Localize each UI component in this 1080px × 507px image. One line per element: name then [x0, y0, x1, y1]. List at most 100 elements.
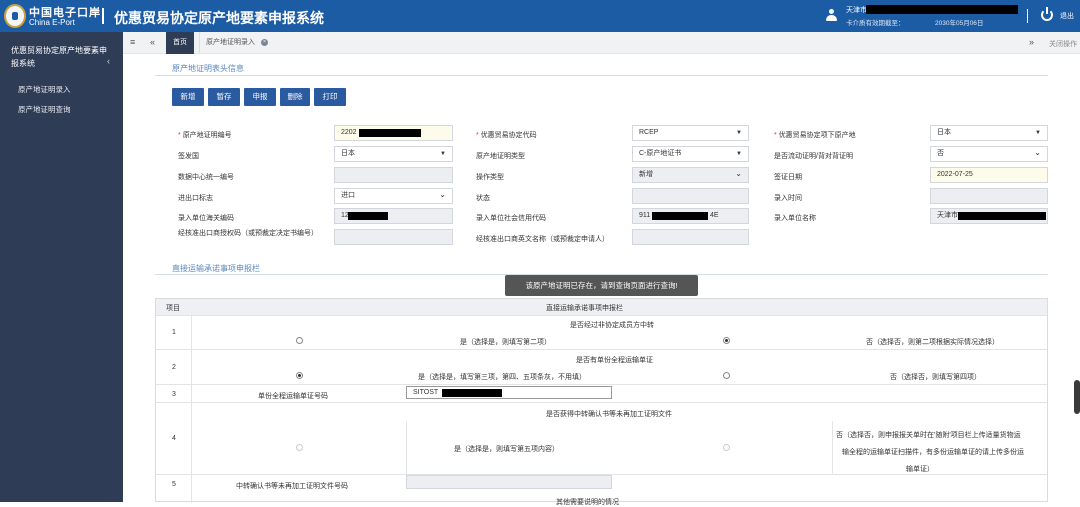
menu-icon[interactable]: ≡	[130, 37, 135, 47]
direct-transport-table: 项目 直接运输承诺事项申报栏 1 是否经过非协定成员方中转 是（选择是，则填写第…	[155, 298, 1048, 506]
back-to-back-label: 是否流动证明/背对背证明	[774, 153, 853, 160]
ie-flag-label: 进出口标志	[178, 195, 213, 202]
r4-yes-label: 是（选择是，则填写第五项内容）	[454, 446, 559, 453]
data-center-no-input	[334, 167, 453, 183]
ie-flag-select[interactable]: 进口 ⌄	[334, 188, 453, 204]
r1-question: 是否经过非协定成员方中转	[570, 322, 654, 329]
column-divider	[406, 421, 407, 474]
header-divider	[102, 8, 104, 24]
table-row-divider	[156, 402, 1047, 403]
cert-type-label: 原产地证明类型	[476, 153, 525, 160]
agreement-code-select[interactable]: RCEP ▼	[632, 125, 749, 141]
origin-place-label: * 优惠贸易协定项下原产地	[774, 132, 856, 139]
transit-doc-no-input	[406, 475, 612, 489]
r1-no-label: 否（选择否，则第二项根据实际情况选择）	[866, 339, 999, 346]
row-number: 5	[172, 481, 176, 488]
entry-unit-label: 录入单位名称	[774, 215, 816, 222]
r4-no-line3: 输单证）	[906, 466, 934, 473]
double-chevron-left-icon[interactable]: «	[150, 37, 155, 47]
agreement-code-label: * 优惠贸易协定代码	[476, 132, 537, 139]
row-number: 1	[172, 329, 176, 336]
exporter-code-label: 经核准出口商授权码（或预裁定决定书编号）	[178, 230, 318, 237]
duplicate-cert-toast: 该原产地证明已存在，请到查询页面进行查询!	[505, 275, 698, 296]
issue-country-label: 签发国	[178, 153, 199, 160]
tab-cert-entry-label: 原产地证明录入	[206, 39, 255, 46]
cert-no-redaction	[359, 129, 421, 137]
tab-bar: ≡ « 首页 原产地证明录入 × » 关闭操作	[123, 32, 1080, 54]
row-number: 4	[172, 435, 176, 442]
dropdown-arrow-icon: ▼	[736, 151, 742, 157]
sidebar-title: 优惠贸易协定原产地要素申报系统	[11, 46, 107, 68]
close-operations-button[interactable]: 关闭操作	[1049, 39, 1077, 49]
print-button[interactable]: 打印	[314, 88, 346, 106]
declare-button[interactable]: 申报	[244, 88, 276, 106]
back-to-back-select[interactable]: 否 ⌄	[930, 146, 1048, 162]
row-number: 2	[172, 364, 176, 371]
col-title-header: 直接运输承诺事项申报栏	[546, 305, 623, 312]
table-header-row: 项目 直接运输承诺事项申报栏	[156, 299, 1047, 316]
issue-date-label: 签证日期	[774, 174, 802, 181]
close-icon[interactable]: ×	[261, 39, 268, 46]
waybill-no-input[interactable]: SITOST	[406, 386, 612, 399]
table-row-divider	[156, 384, 1047, 385]
r4-question: 是否获得中转确认书等未再加工证明文件	[546, 411, 672, 418]
r4-no-line2: 输全程的运输单证扫描件，有多份运输单证的请上传多份运	[842, 449, 1024, 456]
r2-yes-label: 是（选择是，填写第三项，第四、五项条灰，不用填）	[418, 374, 586, 381]
sidebar-item-cert-entry[interactable]: 原产地证明录入	[18, 84, 71, 95]
r5-label: 中转确认书等未再加工证明文件号码	[236, 483, 348, 490]
r2-yes-radio[interactable]	[296, 372, 303, 379]
entry-credit-suffix: 4E	[710, 212, 719, 219]
chevron-down-icon: ⌄	[439, 190, 446, 199]
sidebar: 优惠贸易协定原产地要素申报系统 ‹ 原产地证明录入 原产地证明查询	[0, 32, 123, 502]
user-name-redaction	[866, 5, 1018, 14]
r2-no-radio[interactable]	[723, 372, 730, 379]
entry-unit-redaction	[958, 212, 1046, 220]
china-eport-logo-icon	[4, 4, 26, 28]
r4-yes-radio	[296, 444, 303, 451]
issue-country-select[interactable]: 日本 ▼	[334, 146, 453, 162]
entry-customs-label: 录入单位海关编码	[178, 215, 234, 222]
op-type-label: 操作类型	[476, 174, 504, 181]
section-title-direct-transport: 直接运输承诺事项申报栏	[172, 264, 260, 273]
origin-place-select[interactable]: 日本 ▼	[930, 125, 1048, 141]
cert-expiry-label: 卡介质有效期截至：	[846, 20, 905, 27]
r3-label: 单份全程运输单证号码	[258, 393, 328, 400]
r1-yes-radio[interactable]	[296, 337, 303, 344]
entry-credit-label: 录入单位社会信用代码	[476, 215, 546, 222]
double-chevron-right-icon[interactable]: »	[1029, 37, 1034, 47]
dropdown-arrow-icon: ▼	[736, 130, 742, 136]
entry-customs-redaction	[348, 212, 388, 220]
save-draft-button[interactable]: 暂存	[208, 88, 240, 106]
r2-no-label: 否（选择否，则填写第四项）	[890, 374, 981, 381]
status-input	[632, 188, 749, 204]
section-title-header-info: 原产地证明表头信息	[172, 64, 244, 73]
logout-button[interactable]: 退出	[1060, 11, 1074, 21]
header-divider-right	[1027, 9, 1028, 23]
r4-no-line1: 否（选择否，则申报报关单时在'随附'项目栏上传适量货物运	[836, 432, 1021, 439]
issue-date-input[interactable]: 2022-07-25	[930, 167, 1048, 183]
delete-button[interactable]: 删除	[280, 88, 310, 106]
app-title: 优惠贸易协定原产地要素申报系统	[114, 10, 324, 26]
user-name: 天津市	[846, 7, 867, 14]
power-icon[interactable]	[1041, 7, 1053, 21]
r1-no-radio[interactable]	[723, 337, 730, 344]
sidebar-item-cert-query[interactable]: 原产地证明查询	[18, 104, 71, 115]
add-button[interactable]: 新增	[172, 88, 204, 106]
tab-home[interactable]: 首页	[166, 32, 194, 54]
chevron-left-icon[interactable]: ‹	[107, 56, 110, 66]
cert-expiry-date: 2030年05月06日	[935, 20, 984, 27]
status-label: 状态	[476, 195, 490, 202]
user-icon	[826, 9, 837, 22]
dropdown-arrow-icon: ▼	[440, 151, 446, 157]
chevron-down-icon: ⌄	[735, 169, 742, 178]
scrollbar-thumb[interactable]	[1074, 380, 1080, 414]
app-header: 中国电子口岸 China E-Port 优惠贸易协定原产地要素申报系统 天津市 …	[0, 0, 1080, 32]
r2-question: 是否有单份全程运输单证	[576, 357, 653, 364]
op-type-select: 新增 ⌄	[632, 167, 749, 183]
entry-time-input	[930, 188, 1048, 204]
section-divider	[155, 75, 1048, 76]
cert-type-select[interactable]: C-原产地证书 ▼	[632, 146, 749, 162]
column-divider	[832, 421, 833, 474]
entry-credit-redaction	[652, 212, 708, 220]
row-number: 3	[172, 391, 176, 398]
